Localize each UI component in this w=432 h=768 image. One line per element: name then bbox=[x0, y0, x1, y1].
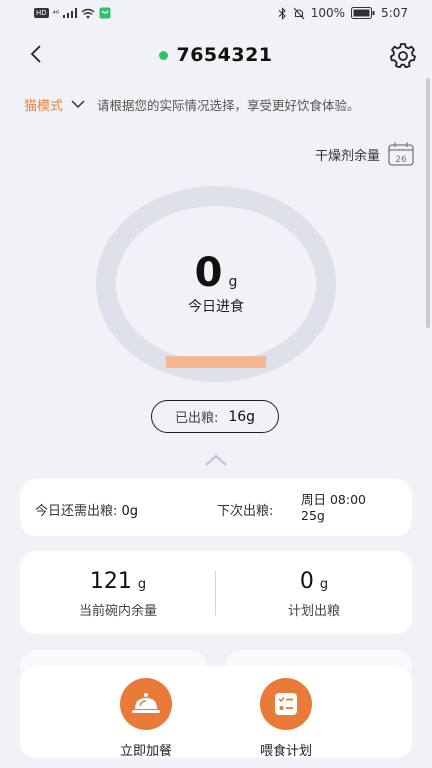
remaining-today: 今日还需出粮: 0g bbox=[35, 500, 138, 519]
settings-button[interactable] bbox=[388, 40, 418, 70]
next-feeding-label: 下次出粮: bbox=[217, 504, 274, 519]
status-right: 100% 5:07 bbox=[278, 6, 408, 20]
chevron-down-icon[interactable] bbox=[71, 100, 85, 109]
cellular-signal-icon bbox=[63, 8, 78, 18]
next-feeding-amount: 25g bbox=[301, 508, 325, 523]
plan-value: 0 bbox=[299, 569, 314, 594]
status-bar: HD ⁴⁶ 100% 5:07 bbox=[0, 0, 432, 28]
food-cloche-icon bbox=[132, 693, 160, 713]
food-label: 今日进食 bbox=[188, 299, 244, 315]
bowl-unit: g bbox=[137, 577, 147, 592]
plan-unit: g bbox=[319, 577, 329, 592]
food-value: 0 bbox=[194, 250, 223, 296]
calendar-day: 26 bbox=[395, 155, 407, 165]
schedule-card: 今日还需出粮: 0g 下次出粮: 周日 08:00 25g bbox=[20, 479, 412, 536]
remaining-value: 0g bbox=[121, 504, 139, 519]
bowl-label: 当前碗内余量 bbox=[78, 604, 157, 619]
app-notification-icon bbox=[99, 7, 111, 19]
next-feeding-value: 周日 08:00 25g bbox=[301, 492, 366, 524]
dispensed-value: 16g bbox=[228, 408, 256, 425]
chevron-up-icon bbox=[205, 454, 227, 466]
dispensed-badge: 已出粮: 16g bbox=[151, 400, 279, 433]
bowl-value: 121 bbox=[89, 569, 132, 594]
plan-label: 计划出粮 bbox=[287, 604, 340, 619]
feed-now-circle[interactable] bbox=[120, 678, 172, 730]
desiccant-remaining-button[interactable]: 干燥剂余量 26 bbox=[315, 142, 414, 166]
stats-card: 121 g 当前碗内余量 0g 计划出粮 bbox=[20, 551, 412, 634]
page-title: 7654321 bbox=[176, 44, 273, 66]
mute-bell-icon bbox=[293, 7, 305, 19]
page-header: 7654321 bbox=[0, 40, 432, 70]
mode-row: 猫模式 请根据您的实际情况选择，享受更好饮食体验。 bbox=[24, 95, 360, 114]
collapse-button[interactable] bbox=[204, 452, 228, 466]
remaining-label: 今日还需出粮: bbox=[35, 504, 118, 519]
status-left: HD ⁴⁶ bbox=[34, 7, 111, 19]
battery-percent: 100% bbox=[310, 6, 346, 20]
next-feeding-time: 周日 08:00 bbox=[301, 492, 366, 507]
scrollbar[interactable] bbox=[426, 78, 430, 328]
feeding-plan-label: 喂食计划 bbox=[259, 744, 312, 759]
bowl-remaining-stat: 121 g 当前碗内余量 bbox=[20, 569, 216, 619]
action-bar: 立即加餐 喂食计划 bbox=[20, 666, 412, 759]
checklist-icon bbox=[275, 693, 297, 715]
planned-feeding-stat: 0g 计划出粮 bbox=[216, 569, 412, 619]
desiccant-label: 干燥剂余量 bbox=[314, 148, 380, 164]
bluetooth-icon bbox=[278, 6, 286, 20]
dispensed-label: 已出粮: bbox=[174, 411, 219, 426]
battery-icon bbox=[351, 7, 375, 19]
food-unit: g bbox=[228, 274, 238, 290]
daily-intake-readout: 0g 今日进食 bbox=[96, 250, 336, 316]
mode-hint-text: 请根据您的实际情况选择，享受更好饮食体验。 bbox=[97, 98, 360, 113]
hd-badge: HD bbox=[34, 8, 49, 18]
calendar-icon: 26 bbox=[388, 142, 414, 166]
wifi-icon bbox=[81, 8, 95, 18]
ring-fill bbox=[166, 356, 266, 368]
feeding-plan-button[interactable]: 喂食计划 bbox=[226, 678, 346, 759]
clock: 5:07 bbox=[381, 6, 408, 20]
gear-icon bbox=[390, 43, 416, 68]
mode-selector[interactable]: 猫模式 bbox=[24, 95, 63, 114]
feeding-plan-circle[interactable] bbox=[260, 678, 312, 730]
signal-type-label: ⁴⁶ bbox=[52, 8, 60, 18]
feed-now-label: 立即加餐 bbox=[119, 744, 172, 759]
feed-now-button[interactable]: 立即加餐 bbox=[86, 678, 206, 759]
online-status-dot bbox=[159, 50, 169, 60]
